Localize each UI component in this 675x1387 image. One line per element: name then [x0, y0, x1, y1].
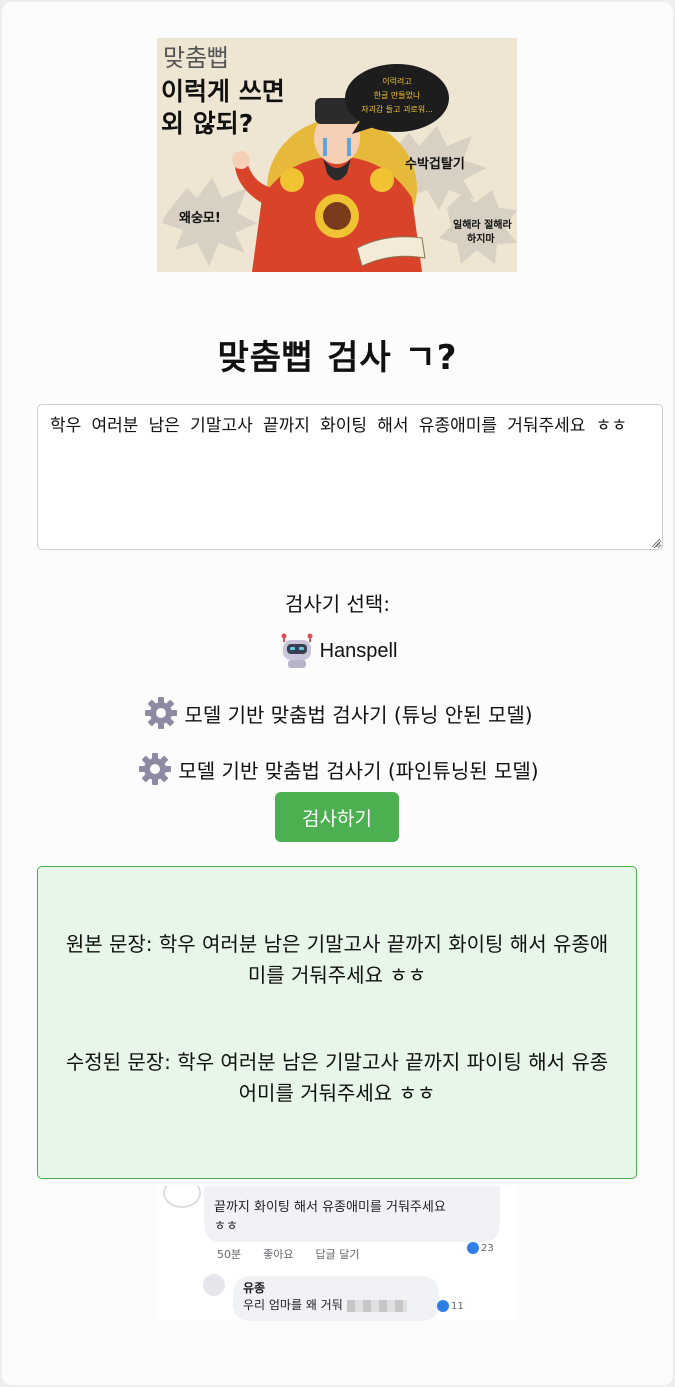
- sentence-input[interactable]: 학우 여러분 남은 기말고사 끝까지 화이팅 해서 유종애미를 거둬주세요 ㅎㅎ: [37, 404, 663, 550]
- result-box: 원본 문장: 학우 여러분 남은 기말고사 끝까지 화이팅 해서 유종애미를 거…: [37, 866, 637, 1179]
- gear-icon: [145, 697, 178, 729]
- gear-icon: [139, 753, 172, 785]
- like-icon: [437, 1300, 449, 1312]
- checker-select-label: 검사기 선택:: [284, 592, 391, 616]
- robot-icon: [281, 633, 313, 668]
- speech-line-1: 이럭려고: [382, 76, 411, 86]
- hero-burst-right: 수박겁탈기: [405, 156, 465, 172]
- hero-burst-bottom-2: 하지마: [467, 232, 495, 245]
- reply-text: 우리 엄마를 왜 거둬: [243, 1298, 343, 1312]
- comment-like-count: 23: [467, 1242, 494, 1254]
- page-title: 맞춤뻡 검사 ㄱ?: [217, 338, 458, 378]
- option-label-base-model: 모델 기반 맞춤법 검사기 (튜닝 안된 모델): [184, 702, 533, 727]
- checker-option-finetuned-model[interactable]: 모델 기반 맞춤법 검사기 (파인튜닝된 모델): [0, 750, 675, 788]
- comment-bubble: 끝까지 화이팅 해서 유종애미를 거둬주세요 ㅎㅎ: [204, 1186, 500, 1242]
- original-sentence: 원본 문장: 학우 여러분 남은 기말고사 끝까지 화이팅 해서 유종애미를 거…: [65, 932, 609, 987]
- hero-burst-left: 왜숭모!: [179, 210, 221, 226]
- reply-bubble: 유종 우리 엄마를 왜 거둬: [233, 1276, 439, 1321]
- comment-meta: 50분 좋아요 답글 달기: [217, 1246, 359, 1262]
- check-button[interactable]: 검사하기: [275, 792, 399, 842]
- corrected-sentence: 수정된 문장: 학우 여러분 남은 기말고사 끝까지 파이팅 해서 유종 어미를…: [65, 1050, 609, 1105]
- reply-like-count: 11: [437, 1300, 464, 1312]
- comment-reply-link: 답글 달기: [315, 1248, 360, 1261]
- option-label-finetuned-model: 모델 기반 맞춤법 검사기 (파인튜닝된 모델): [178, 758, 539, 783]
- reply-like-count-text: 11: [451, 1300, 464, 1312]
- like-count-text: 23: [481, 1242, 494, 1254]
- checker-option-hanspell[interactable]: Hanspell: [0, 632, 675, 670]
- hero-headline-2: 외 않되?: [161, 109, 253, 138]
- hero-headline-1: 이럭게 쓰면: [161, 77, 285, 106]
- comment-time: 50분: [217, 1248, 242, 1261]
- reply-avatar: [203, 1274, 225, 1296]
- speech-line-2: 한글 만들었나: [374, 90, 421, 100]
- blurred-text: [346, 1299, 407, 1312]
- speech-line-3: 자괴감 들고 괴로워...: [361, 104, 433, 114]
- resize-grip-icon[interactable]: [650, 537, 660, 547]
- comment-screenshot: 끝까지 화이팅 해서 유종애미를 거둬주세요 ㅎㅎ 50분 좋아요 답글 달기 …: [157, 1186, 517, 1321]
- hero-burst-bottom-1: 일해라 절해라: [453, 218, 512, 231]
- comment-line-1: 끝까지 화이팅 해서 유종애미를 거둬주세요: [214, 1200, 446, 1215]
- option-label-hanspell: Hanspell: [319, 639, 398, 662]
- like-icon: [467, 1242, 479, 1254]
- checker-option-base-model[interactable]: 모델 기반 맞춤법 검사기 (튜닝 안된 모델): [0, 694, 675, 732]
- comment-like-link: 좋아요: [263, 1248, 294, 1261]
- comment-avatar: [163, 1186, 201, 1208]
- reply-author: 유종: [243, 1281, 266, 1295]
- hero-small-title: 맞춤뻡: [163, 44, 229, 72]
- hero-image: 이럭려고 한글 만들었나 자괴감 들고 괴로워... 맞춤뻡 이럭게 쓰면 외 …: [157, 38, 517, 272]
- comment-line-2: ㅎㅎ: [214, 1219, 238, 1234]
